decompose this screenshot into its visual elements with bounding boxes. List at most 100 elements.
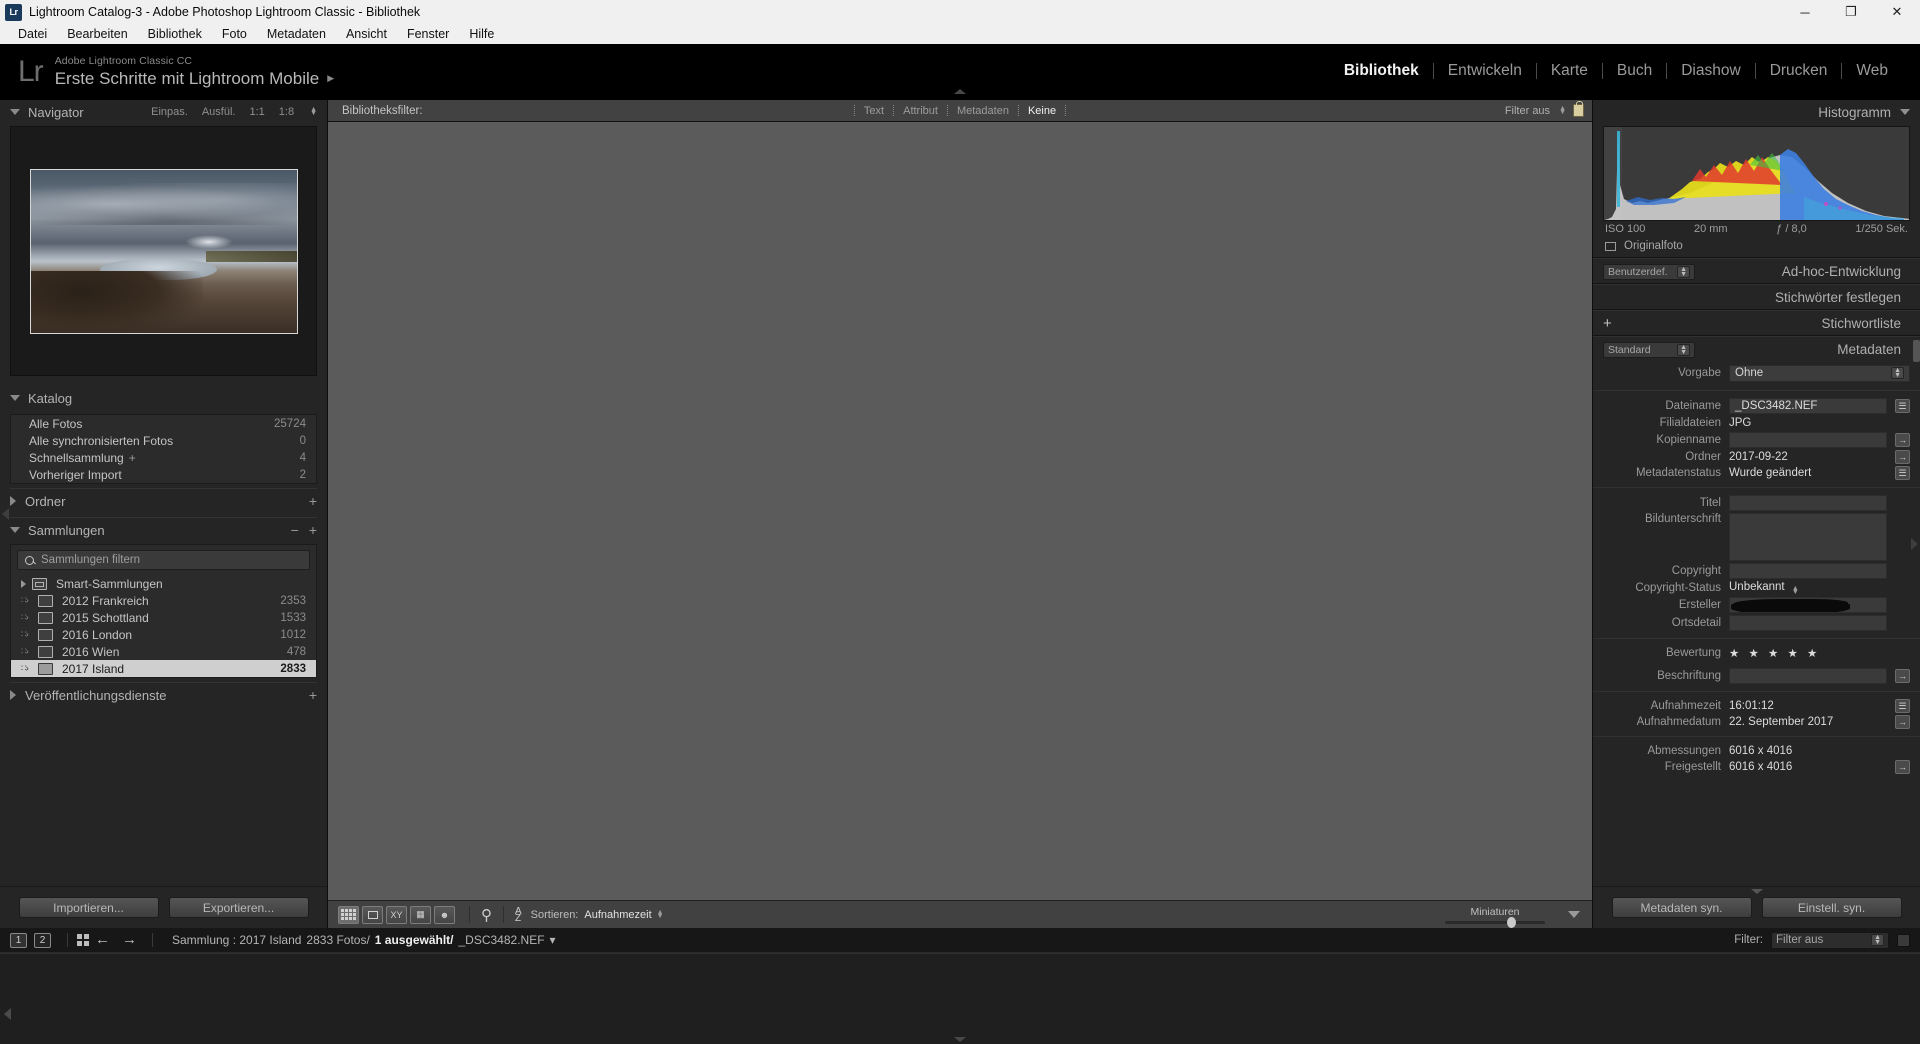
collection-item-2016-wien[interactable]: ∷› 2016 Wien 478 xyxy=(11,643,316,660)
drag-handle-icon[interactable]: ∷› xyxy=(21,629,32,640)
original-photo-toggle[interactable]: Originalfoto xyxy=(1593,235,1920,252)
import-button[interactable]: Importieren... xyxy=(18,897,159,918)
menu-hilfe[interactable]: Hilfe xyxy=(459,24,504,44)
checkbox-icon[interactable] xyxy=(1605,241,1616,251)
sync-metadata-button[interactable]: Metadaten syn. xyxy=(1611,897,1752,918)
metadata-value[interactable] xyxy=(1729,495,1887,511)
thumbnail-size-slider[interactable] xyxy=(1445,916,1545,928)
close-button[interactable]: ✕ xyxy=(1874,0,1920,24)
identity-arrow-icon[interactable]: ▶ xyxy=(327,68,334,89)
filmstrip-thumbnails[interactable] xyxy=(0,953,1920,1044)
left-panel-collapse-icon[interactable] xyxy=(2,508,9,520)
zoom-1-8[interactable]: 1:8 xyxy=(279,106,294,118)
metadata-value[interactable] xyxy=(1729,563,1887,579)
loupe-view-icon[interactable] xyxy=(362,905,383,924)
quick-develop-preset-select[interactable]: Benutzerdef. ▲ ▼ xyxy=(1603,263,1695,280)
metadata-value[interactable]: _DSC3482.NEF xyxy=(1729,398,1887,414)
back-arrow-icon[interactable]: ← xyxy=(95,932,110,947)
filmstrip-collapse-icon[interactable] xyxy=(4,1008,11,1020)
filmstrip-flag-icon[interactable] xyxy=(1897,933,1910,947)
arrow-action-icon[interactable]: → xyxy=(1895,433,1910,447)
sort-direction-icon[interactable]: AZ xyxy=(515,906,522,923)
metadata-value[interactable]: Unbekannt ▲ ▼ xyxy=(1729,581,1887,596)
catalog-item-alle-fotos[interactable]: Alle Fotos 25724 xyxy=(11,415,316,432)
metadata-view-select[interactable]: Standard ▲ ▼ xyxy=(1603,341,1695,358)
module-bibliothek[interactable]: Bibliothek xyxy=(1330,62,1433,80)
catalog-item-synchronisierte-fotos[interactable]: Alle synchronisierten Fotos 0 xyxy=(11,432,316,449)
menu-ansicht[interactable]: Ansicht xyxy=(336,24,397,44)
menu-bibliothek[interactable]: Bibliothek xyxy=(138,24,212,44)
publish-services-header[interactable]: Veröffentlichungsdienste + xyxy=(0,683,327,707)
module-diashow[interactable]: Diashow xyxy=(1667,62,1754,80)
sort-value[interactable]: Aufnahmezeit xyxy=(584,909,651,921)
catalog-item-schnellsammlung[interactable]: Schnellsammlung + 4 xyxy=(11,449,316,466)
grid-view-icon[interactable] xyxy=(338,905,359,924)
forward-arrow-icon[interactable]: → xyxy=(122,932,137,947)
menu-metadaten[interactable]: Metadaten xyxy=(257,24,336,44)
toolbar-options-caret-icon[interactable] xyxy=(1568,911,1580,918)
keyword-list-header[interactable]: + Stichwortliste xyxy=(1593,310,1920,336)
collections-header[interactable]: Sammlungen − + xyxy=(0,518,327,542)
disclosure-triangle-icon[interactable] xyxy=(10,496,16,506)
disclosure-triangle-icon[interactable] xyxy=(10,395,20,401)
navigator-preview[interactable] xyxy=(10,126,317,376)
filter-preset-stepper-icon[interactable]: ▲ ▼ xyxy=(1559,105,1566,116)
sync-settings-button[interactable]: Einstell. syn. xyxy=(1761,897,1902,918)
spray-can-icon[interactable]: ⚲ xyxy=(481,906,492,924)
thumbnail-size-control[interactable]: Miniaturen xyxy=(1440,906,1550,928)
arrow-action-icon[interactable]: → xyxy=(1895,715,1910,729)
histogram-graph[interactable] xyxy=(1603,126,1910,221)
menu-fenster[interactable]: Fenster xyxy=(397,24,459,44)
top-panel-collapse-icon[interactable] xyxy=(954,89,966,94)
filter-preset-value[interactable]: Filter aus xyxy=(1505,105,1550,117)
metadata-value-redacted[interactable] xyxy=(1729,597,1887,613)
metadata-value[interactable] xyxy=(1729,668,1887,684)
people-view-icon[interactable]: ☻ xyxy=(434,905,455,924)
collection-item-smart-sammlungen[interactable]: Smart-Sammlungen xyxy=(11,575,316,592)
collection-item-2012-frankreich[interactable]: ∷› 2012 Frankreich 2353 xyxy=(11,592,316,609)
disclosure-triangle-icon[interactable] xyxy=(10,109,20,115)
module-drucken[interactable]: Drucken xyxy=(1756,62,1842,80)
plus-icon[interactable]: + xyxy=(129,451,136,465)
bottom-panel-collapse-icon[interactable] xyxy=(954,1037,966,1042)
drag-handle-icon[interactable]: ∷› xyxy=(21,663,32,674)
disclosure-triangle-icon[interactable] xyxy=(10,527,20,533)
screen-2-button[interactable]: 2 xyxy=(34,932,51,948)
navigator-header[interactable]: Navigator Einpas. Ausfül. 1:1 1:8 ▲ ▼ xyxy=(0,100,327,124)
export-button[interactable]: Exportieren... xyxy=(168,897,309,918)
module-buch[interactable]: Buch xyxy=(1603,62,1666,80)
catalog-header[interactable]: Katalog xyxy=(0,386,327,410)
right-panel-scrollbar[interactable] xyxy=(1913,340,1920,362)
select-spinner-icon[interactable]: ▲ ▼ xyxy=(1891,367,1904,379)
drag-handle-icon[interactable]: ∷› xyxy=(21,595,32,606)
filter-option-keine[interactable]: Keine xyxy=(1019,105,1065,117)
panel-collapse-icon[interactable] xyxy=(1750,889,1763,894)
breadcrumb-dropdown-icon[interactable]: ▾ xyxy=(550,933,556,947)
maximize-button[interactable]: ❐ xyxy=(1828,0,1874,24)
module-karte[interactable]: Karte xyxy=(1537,62,1602,80)
select-spinner-icon[interactable]: ▲ ▼ xyxy=(1871,934,1884,946)
filter-option-attribut[interactable]: Attribut xyxy=(894,105,947,117)
zoom-stepper-icon[interactable]: ▲ ▼ xyxy=(310,106,317,117)
filter-option-metadaten[interactable]: Metadaten xyxy=(948,105,1018,117)
select-spinner-icon[interactable]: ▲ ▼ xyxy=(1677,265,1690,278)
breadcrumb-source[interactable]: Sammlung : 2017 Island xyxy=(172,933,301,947)
arrow-action-icon[interactable]: → xyxy=(1895,760,1910,774)
collections-filter-input[interactable]: Sammlungen filtern xyxy=(17,550,310,570)
drag-handle-icon[interactable]: ∷› xyxy=(21,646,32,657)
add-folder-icon[interactable]: + xyxy=(309,494,317,508)
list-action-icon[interactable]: ☰ xyxy=(1895,466,1910,480)
collection-item-2015-schottland[interactable]: ∷› 2015 Schottland 1533 xyxy=(11,609,316,626)
drag-handle-icon[interactable]: ∷› xyxy=(21,612,32,623)
survey-view-icon[interactable]: ▦ xyxy=(410,905,431,924)
module-web[interactable]: Web xyxy=(1842,62,1902,80)
rating-stars[interactable]: ★ ★ ★ ★ ★ xyxy=(1729,646,1887,660)
disclosure-triangle-icon[interactable] xyxy=(10,690,16,700)
add-publish-service-icon[interactable]: + xyxy=(309,688,317,702)
metadata-value[interactable] xyxy=(1729,615,1887,631)
zoom-1-1[interactable]: 1:1 xyxy=(249,106,264,118)
module-entwickeln[interactable]: Entwickeln xyxy=(1434,62,1536,80)
zoom-einpassen[interactable]: Einpas. xyxy=(151,106,188,118)
screen-1-button[interactable]: 1 xyxy=(10,932,27,948)
identity-title-row[interactable]: Erste Schritte mit Lightroom Mobile ▶ xyxy=(55,68,334,89)
